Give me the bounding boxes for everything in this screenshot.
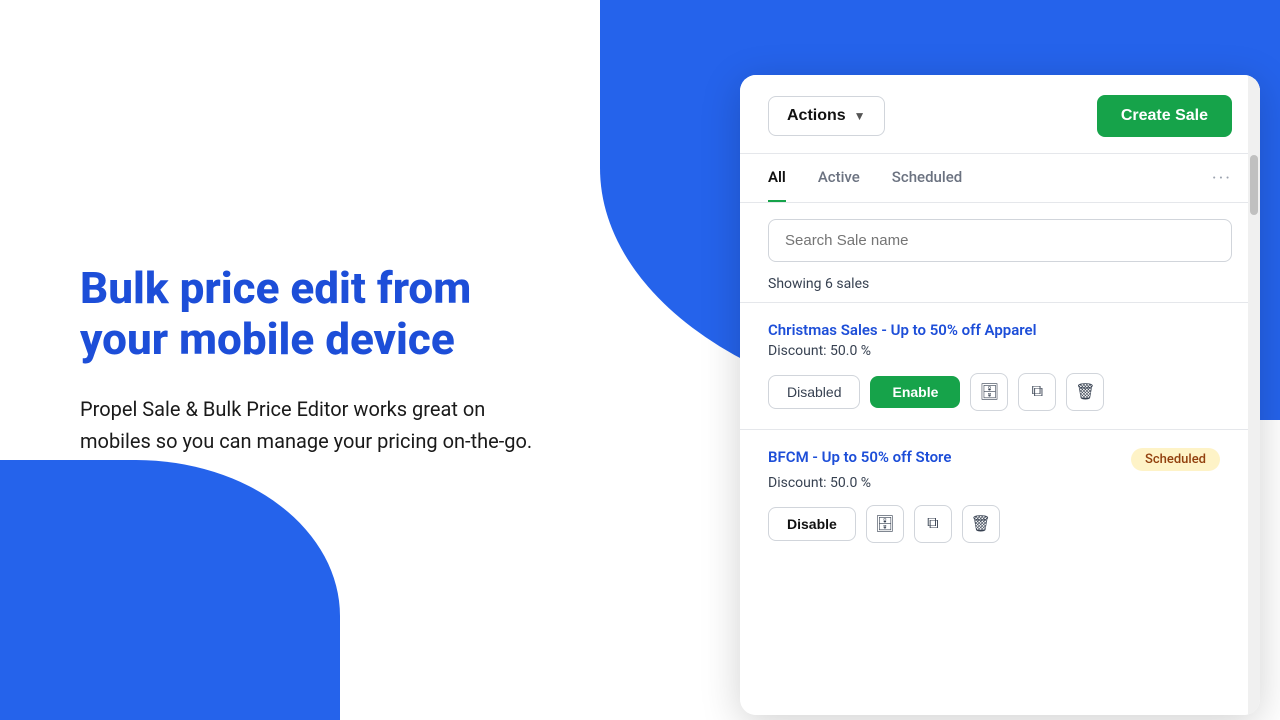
sale-item-1: Christmas Sales - Up to 50% off Apparel … (740, 302, 1248, 429)
sale-item-2-header: BFCM - Up to 50% off Store Scheduled (768, 448, 1220, 471)
sale-2-delete-button[interactable]: 🗑 (962, 505, 1000, 543)
search-input-wrap (768, 219, 1232, 262)
actions-label: Actions (787, 107, 846, 125)
trash-icon-2: 🗑 (971, 514, 991, 534)
sale-actions-1: Disabled Enable 🗄 ⧉ 🗑 (768, 373, 1220, 411)
showing-count: Showing 6 sales (740, 262, 1260, 302)
sale-1-enable-button[interactable]: Enable (870, 376, 960, 408)
copy-icon-2: ⧉ (927, 515, 938, 533)
app-panel: Actions ▼ Create Sale All Active Schedul… (740, 75, 1260, 715)
archive-icon-2: 🗄 (875, 514, 895, 534)
sale-1-delete-button[interactable]: 🗑 (1066, 373, 1104, 411)
chevron-down-icon: ▼ (854, 109, 866, 123)
sale-name-2[interactable]: BFCM - Up to 50% off Store (768, 448, 951, 466)
archive-icon: 🗄 (979, 382, 999, 402)
sale-discount-2: Discount: 50.0 % (768, 475, 1220, 491)
search-input[interactable] (768, 219, 1232, 262)
sale-2-copy-button[interactable]: ⧉ (914, 505, 952, 543)
scrollbar-track[interactable] (1248, 75, 1260, 715)
sale-1-archive-button[interactable]: 🗄 (970, 373, 1008, 411)
sale-2-disable-button[interactable]: Disable (768, 507, 856, 541)
tab-active[interactable]: Active (818, 154, 860, 202)
left-content: Bulk price edit from your mobile device … (0, 0, 650, 720)
sales-list: Christmas Sales - Up to 50% off Apparel … (740, 302, 1260, 715)
tabs-bar: All Active Scheduled ··· (740, 154, 1260, 203)
sale-item-1-header: Christmas Sales - Up to 50% off Apparel (768, 321, 1220, 339)
sale-1-disabled-button[interactable]: Disabled (768, 375, 860, 409)
tab-all[interactable]: All (768, 154, 786, 202)
sale-name-1[interactable]: Christmas Sales - Up to 50% off Apparel (768, 321, 1037, 339)
tab-scheduled[interactable]: Scheduled (892, 154, 962, 202)
search-section (740, 203, 1260, 262)
hero-title: Bulk price edit from your mobile device (80, 263, 570, 364)
scheduled-badge: Scheduled (1131, 448, 1220, 471)
sale-1-copy-button[interactable]: ⧉ (1018, 373, 1056, 411)
sale-actions-2: Disable 🗄 ⧉ 🗑 (768, 505, 1220, 543)
panel-header: Actions ▼ Create Sale (740, 75, 1260, 154)
sale-2-archive-button[interactable]: 🗄 (866, 505, 904, 543)
scrollbar-thumb[interactable] (1250, 155, 1258, 215)
sale-item-2: BFCM - Up to 50% off Store Scheduled Dis… (740, 429, 1248, 561)
hero-description: Propel Sale & Bulk Price Editor works gr… (80, 393, 560, 457)
create-sale-button[interactable]: Create Sale (1097, 95, 1232, 137)
copy-icon: ⧉ (1032, 383, 1043, 401)
actions-button[interactable]: Actions ▼ (768, 96, 885, 136)
tab-more-button[interactable]: ··· (1212, 168, 1232, 189)
sale-discount-1: Discount: 50.0 % (768, 343, 1220, 359)
trash-icon: 🗑 (1075, 382, 1095, 402)
